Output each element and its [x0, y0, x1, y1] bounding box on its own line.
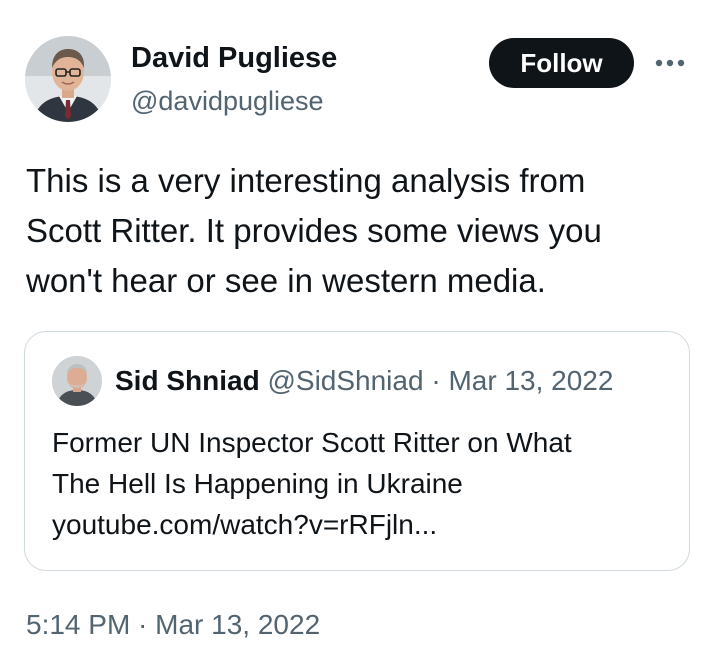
quoted-author-handle[interactable]: @SidShniad	[267, 365, 423, 396]
tweet-text-line: won't hear or see in western media.	[26, 262, 546, 299]
tweet-text: This is a very interesting analysis from…	[26, 156, 686, 306]
quoted-author-avatar	[52, 356, 102, 406]
tweet-timestamp[interactable]: 5:14 PM · Mar 13, 2022	[26, 609, 320, 641]
quoted-text-line: The Hell Is Happening in Ukraine	[52, 468, 463, 499]
more-options-button[interactable]	[650, 46, 690, 80]
quoted-tweet-date[interactable]: Mar 13, 2022	[448, 365, 613, 396]
meta-separator: ·	[431, 365, 441, 396]
quoted-author-display-name[interactable]: Sid Shniad	[115, 365, 260, 396]
author-handle[interactable]: @davidpugliese	[131, 86, 324, 117]
author-avatar-image	[25, 36, 111, 122]
author-avatar[interactable]	[25, 36, 111, 122]
quoted-author-avatar-image	[52, 356, 102, 406]
quoted-tweet-meta: Sid Shniad @SidShniad · Mar 13, 2022	[115, 365, 613, 397]
quoted-tweet-text: Former UN Inspector Scott Ritter on What…	[52, 422, 672, 545]
more-horizontal-icon	[655, 59, 685, 67]
quoted-text-line: Former UN Inspector Scott Ritter on What	[52, 427, 572, 458]
tweet-text-line: This is a very interesting analysis from	[26, 162, 586, 199]
quoted-link[interactable]: youtube.com/watch?v=rRFjln...	[52, 504, 672, 545]
author-display-name[interactable]: David Pugliese	[131, 42, 337, 75]
quoted-tweet[interactable]: Sid Shniad @SidShniad · Mar 13, 2022 For…	[24, 331, 690, 571]
follow-button[interactable]: Follow	[489, 38, 634, 88]
tweet-card: David Pugliese @davidpugliese Follow Thi…	[0, 0, 705, 671]
tweet-text-line: Scott Ritter. It provides some views you	[26, 212, 602, 249]
